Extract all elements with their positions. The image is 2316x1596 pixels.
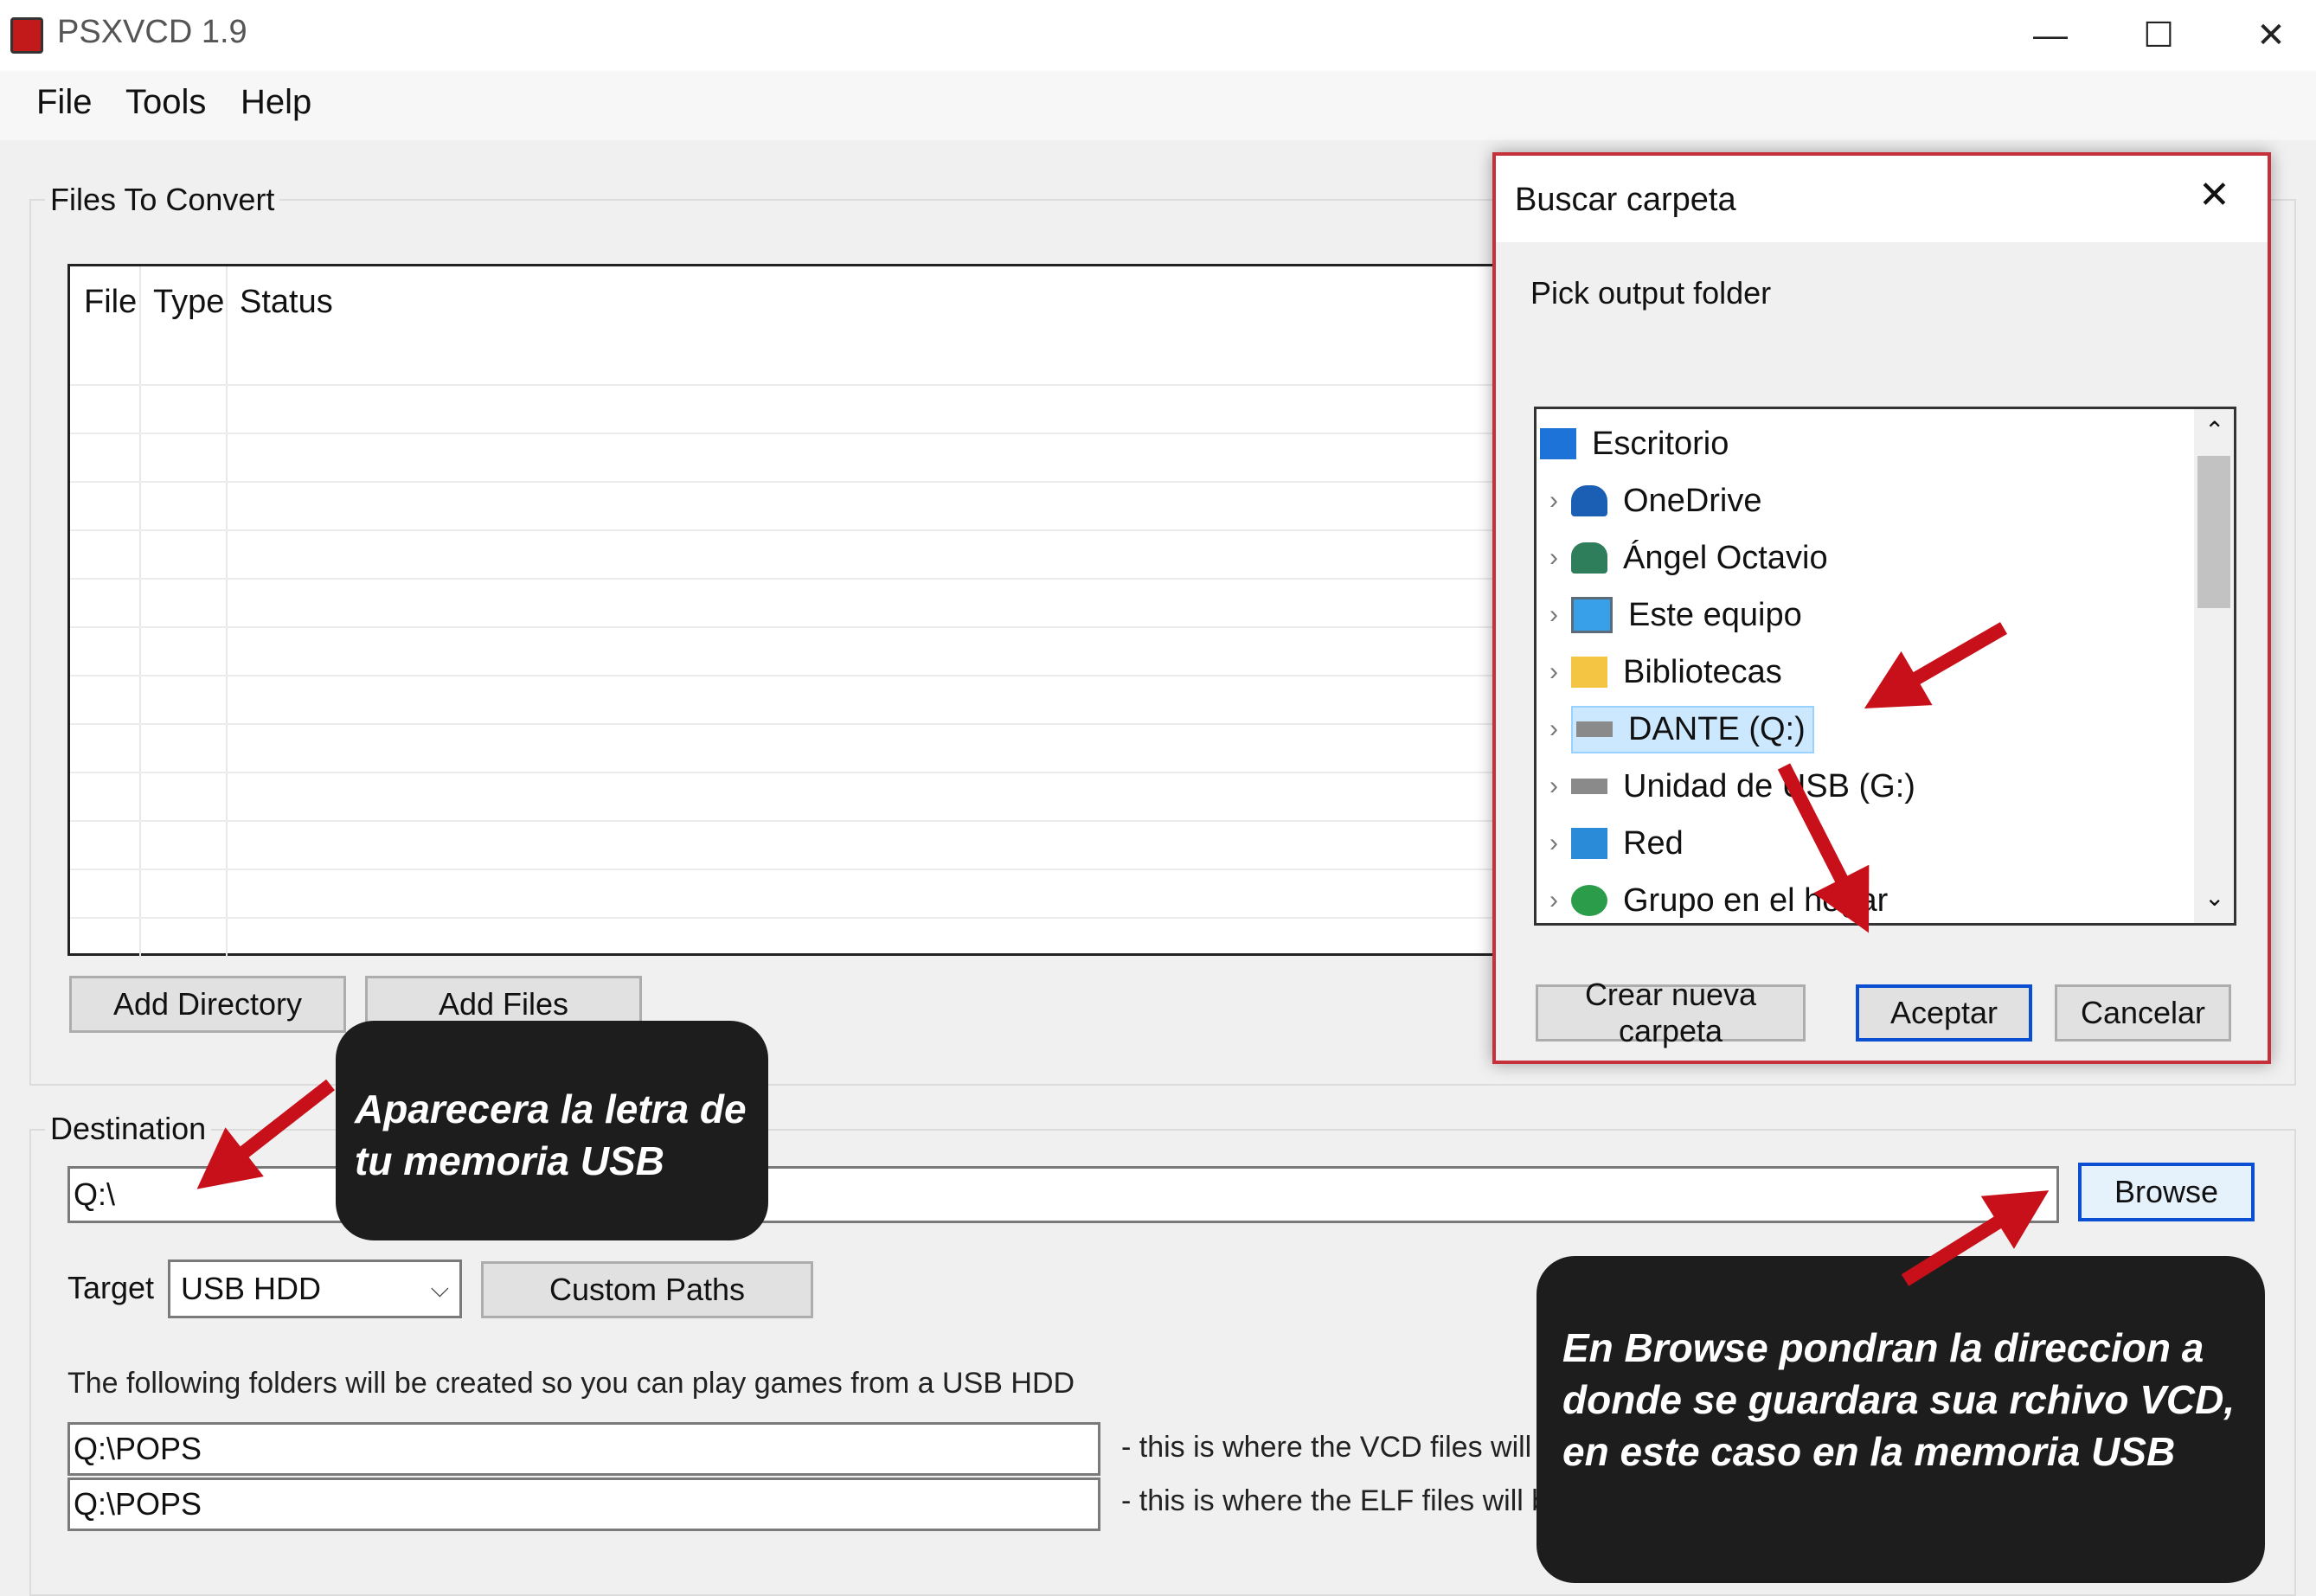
vcd-path-field[interactable]: Q:\POPS (67, 1422, 1100, 1476)
chevron-right-icon[interactable]: › (1537, 829, 1571, 858)
column-type[interactable]: Type (153, 284, 224, 321)
ok-button[interactable]: Aceptar (1856, 984, 2032, 1042)
menu-file[interactable]: File (36, 83, 92, 122)
window-title: PSXVCD 1.9 (57, 14, 247, 50)
folder-picker-dialog: Buscar carpeta ✕ Pick output folder Escr… (1492, 152, 2271, 1064)
browse-hint-callout: En Browse pondran la direccion a donde s… (1537, 1256, 2265, 1583)
drive-icon (1571, 779, 1607, 794)
dialog-prompt: Pick output folder (1530, 275, 1772, 311)
files-group-label: Files To Convert (45, 182, 280, 218)
user-icon (1571, 542, 1607, 574)
title-bar (0, 0, 2316, 71)
scroll-down-icon[interactable]: ⌄ (2204, 883, 2224, 912)
chevron-right-icon[interactable]: › (1537, 886, 1571, 915)
column-file[interactable]: File (84, 284, 137, 321)
dialog-close-button[interactable]: ✕ (2198, 173, 2230, 217)
tree-item-label: Escritorio (1592, 425, 1729, 462)
browse-button[interactable]: Browse (2078, 1163, 2255, 1221)
tree-item-usb[interactable]: › Unidad de USB (G:) (1537, 759, 2194, 814)
chevron-down-icon: ⌵ (430, 1274, 449, 1302)
usb-letter-callout: Aparecera la letra de tu memoria USB (336, 1021, 768, 1240)
menu-bar (0, 71, 2316, 140)
chevron-right-icon[interactable]: › (1537, 600, 1571, 630)
column-separator (226, 266, 228, 958)
minimize-button[interactable]: — (1998, 7, 2102, 64)
row-line (70, 626, 1506, 628)
chevron-right-icon[interactable]: › (1537, 657, 1571, 687)
dialog-title: Buscar carpeta (1515, 182, 1736, 218)
menu-tools[interactable]: Tools (125, 83, 206, 122)
column-separator (139, 266, 141, 958)
row-line (70, 578, 1506, 580)
tree-item-label: Este equipo (1628, 596, 1802, 633)
target-select-value: USB HDD (181, 1271, 322, 1306)
app-icon (10, 17, 43, 54)
target-select[interactable]: USB HDD ⌵ (168, 1259, 462, 1318)
tree-item-label: Unidad de USB (G:) (1623, 767, 1915, 804)
close-button[interactable]: ✕ (2219, 7, 2316, 64)
drive-icon (1576, 721, 1613, 737)
row-line (70, 481, 1506, 483)
tree-item-este-equipo[interactable]: › Este equipo (1537, 587, 2194, 643)
tree-item-label: Ángel Octavio (1623, 539, 1828, 576)
row-line (70, 384, 1506, 386)
target-label: Target (67, 1270, 155, 1305)
libraries-icon (1571, 657, 1607, 688)
cancel-button[interactable]: Cancelar (2055, 984, 2231, 1042)
column-status[interactable]: Status (240, 284, 333, 321)
row-line (70, 917, 1506, 919)
elf-path-field[interactable]: Q:\POPS (67, 1477, 1100, 1531)
tree-item-label: OneDrive (1623, 482, 1762, 519)
computer-icon (1571, 597, 1613, 633)
network-icon (1571, 828, 1607, 859)
row-line (70, 433, 1506, 434)
row-line (70, 820, 1506, 822)
menu-help[interactable]: Help (241, 83, 311, 122)
row-line (70, 772, 1506, 773)
tree-item-user[interactable]: › Ángel Octavio (1537, 530, 2194, 586)
scroll-thumb[interactable] (2197, 456, 2230, 608)
chevron-right-icon[interactable]: › (1537, 543, 1571, 573)
files-list[interactable]: File Type Status (67, 264, 1506, 958)
row-line (70, 529, 1506, 531)
tree-item-red[interactable]: › Red (1537, 816, 2194, 871)
row-line (70, 675, 1506, 676)
tree-item-escritorio[interactable]: Escritorio (1537, 416, 2194, 471)
folders-info-text: The following folders will be created so… (67, 1367, 1075, 1400)
scroll-up-icon[interactable]: ⌃ (2204, 416, 2224, 445)
tree-item-onedrive[interactable]: › OneDrive (1537, 473, 2194, 529)
chevron-right-icon[interactable]: › (1537, 772, 1571, 801)
row-line (70, 723, 1506, 725)
custom-paths-button[interactable]: Custom Paths (481, 1261, 813, 1318)
maximize-button[interactable]: ☐ (2107, 7, 2210, 64)
tree-item-label: DANTE (Q:) (1628, 710, 1806, 747)
destination-group-label: Destination (45, 1111, 212, 1147)
tree-item-selected[interactable]: DANTE (Q:) (1571, 705, 1814, 753)
desktop-icon (1540, 428, 1576, 459)
tree-item-label: Red (1623, 824, 1684, 862)
row-line (70, 869, 1506, 870)
chevron-right-icon[interactable]: › (1537, 715, 1571, 744)
homegroup-icon (1571, 885, 1607, 916)
add-directory-button[interactable]: Add Directory (69, 976, 346, 1033)
tree-scrollbar[interactable]: ⌃ ⌄ (2194, 409, 2234, 923)
new-folder-button[interactable]: Crear nueva carpeta (1536, 977, 1806, 1048)
onedrive-icon (1571, 485, 1607, 516)
chevron-right-icon[interactable]: › (1537, 486, 1571, 516)
tree-item-label: Bibliotecas (1623, 653, 1782, 690)
